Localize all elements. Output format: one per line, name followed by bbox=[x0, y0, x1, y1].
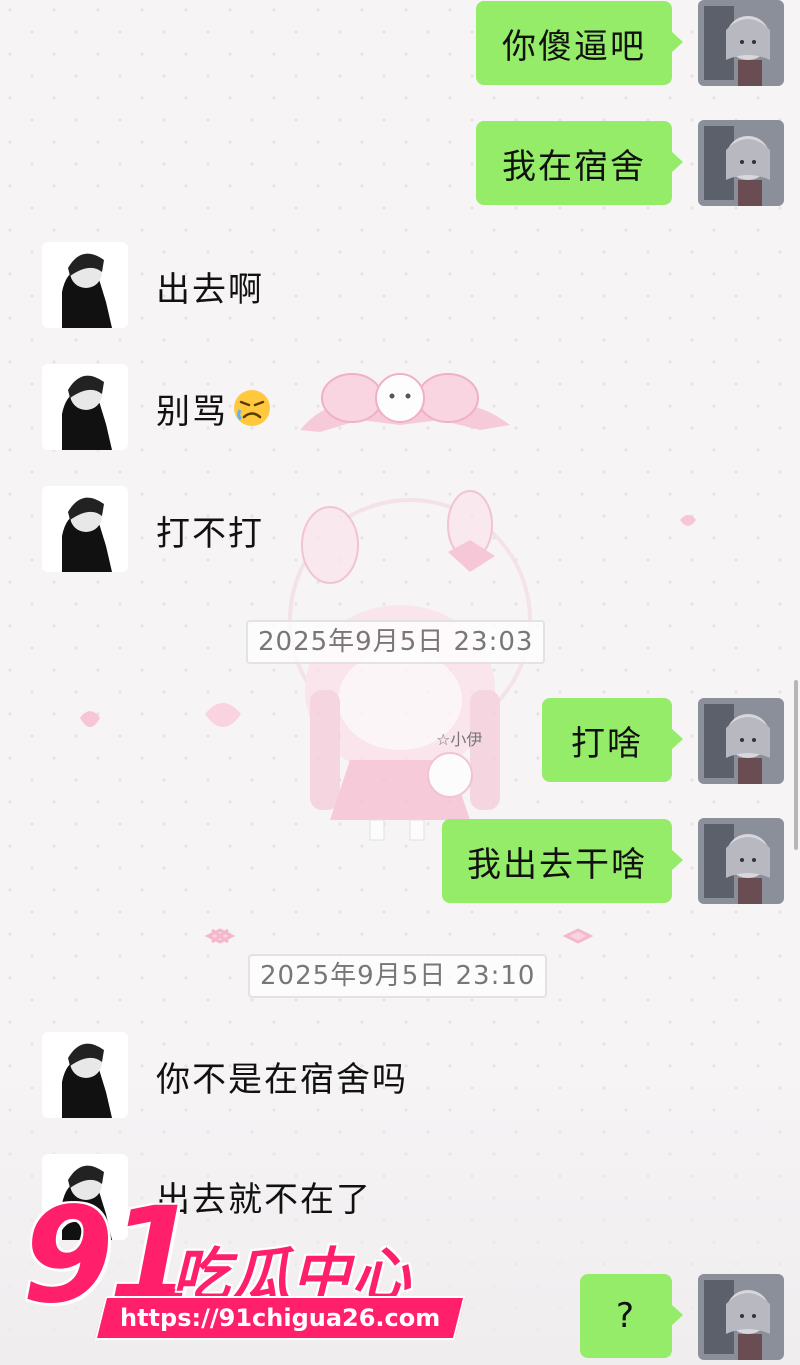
my-avatar[interactable] bbox=[698, 1274, 784, 1360]
message-row: 别骂 bbox=[0, 364, 800, 452]
message-bubble[interactable]: ? bbox=[580, 1274, 683, 1358]
message-row: 出去啊 bbox=[0, 242, 800, 330]
my-avatar[interactable] bbox=[698, 0, 784, 86]
timestamp-divider: 2025年9月5日 23:10 bbox=[248, 954, 548, 998]
message-bubble[interactable]: 打啥 bbox=[542, 698, 683, 782]
message-bubble[interactable]: 你傻逼吧 bbox=[476, 1, 683, 85]
message-bubble[interactable]: 我出去干啥 bbox=[442, 819, 683, 903]
message-row: 你不是在宿舍吗 bbox=[0, 1032, 800, 1120]
message-bubble[interactable]: 你不是在宿舍吗 bbox=[156, 1034, 456, 1118]
message-row: 打不打 bbox=[0, 486, 800, 574]
message-bubble[interactable]: 别骂 bbox=[156, 366, 356, 450]
message-bubble[interactable]: 出去啊 bbox=[156, 244, 356, 328]
message-row: 打啥 bbox=[0, 698, 800, 786]
watermark-url: https://91chigua26.com bbox=[94, 1296, 466, 1340]
contact-avatar[interactable] bbox=[42, 364, 128, 450]
my-avatar[interactable] bbox=[698, 120, 784, 206]
message-row: 你傻逼吧 bbox=[0, 0, 800, 88]
message-bubble[interactable]: 我在宿舍 bbox=[476, 121, 683, 205]
site-watermark: 91 吃瓜中心 https://91chigua26.com bbox=[22, 1190, 466, 1350]
scrollbar[interactable] bbox=[794, 680, 798, 850]
angry-face-emoji-icon bbox=[234, 390, 270, 426]
contact-avatar[interactable] bbox=[42, 486, 128, 572]
my-avatar[interactable] bbox=[698, 698, 784, 784]
contact-avatar[interactable] bbox=[42, 1032, 128, 1118]
contact-avatar[interactable] bbox=[42, 242, 128, 328]
timestamp-divider: 2025年9月5日 23:03 bbox=[246, 620, 546, 664]
my-avatar[interactable] bbox=[698, 818, 784, 904]
message-row: 我在宿舍 bbox=[0, 120, 800, 208]
message-row: 我出去干啥 bbox=[0, 818, 800, 906]
message-text: 别骂 bbox=[156, 391, 228, 432]
message-bubble[interactable]: 打不打 bbox=[156, 488, 356, 572]
